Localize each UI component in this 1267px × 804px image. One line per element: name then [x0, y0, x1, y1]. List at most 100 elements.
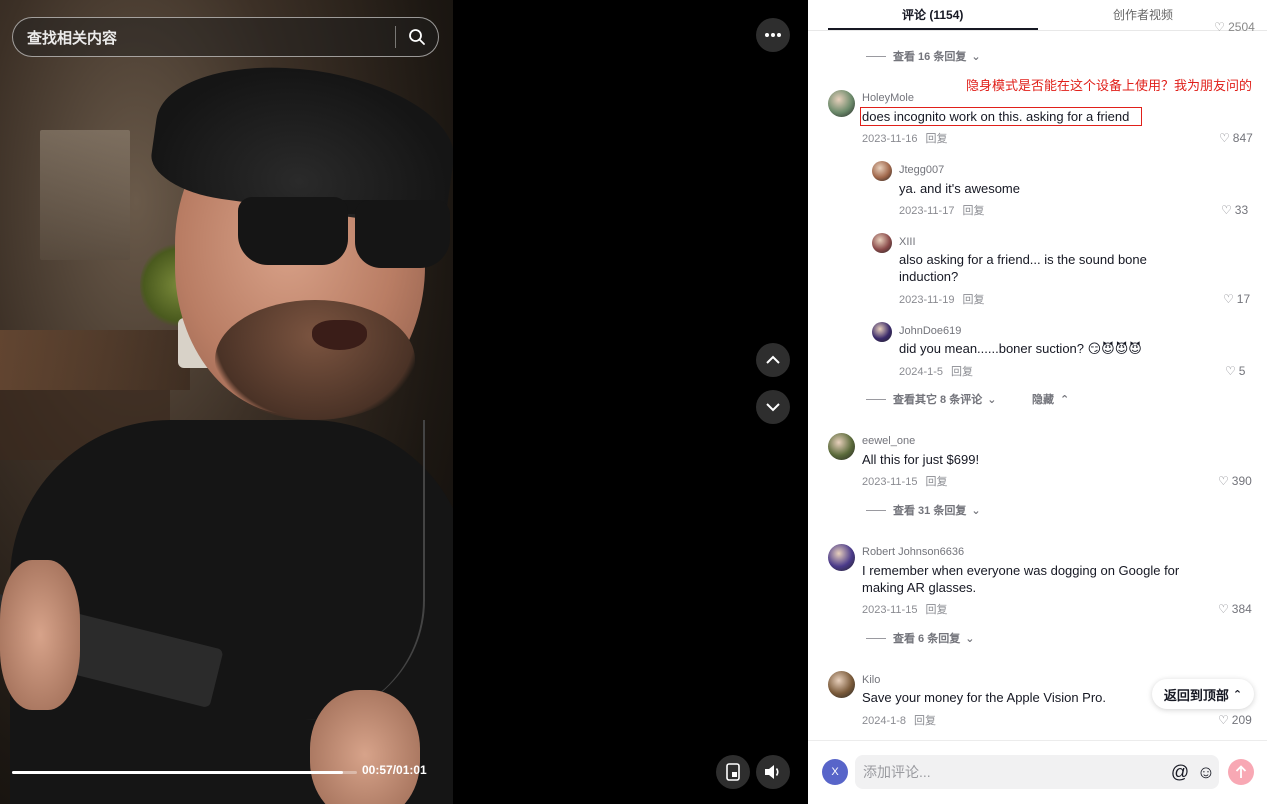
comment-date: 2023-11-16 [862, 133, 918, 145]
comment-input[interactable]: 添加评论... @ ☺ [855, 755, 1219, 789]
like-count: 390 [1231, 474, 1252, 488]
speaker-icon [765, 765, 779, 779]
comment-meta: 2023-11-17 回复 [899, 202, 984, 218]
reply-button[interactable]: 回复 [925, 476, 947, 488]
reply-button[interactable]: 回复 [914, 715, 936, 727]
mention-icon[interactable]: @ [1167, 762, 1193, 783]
avatar[interactable] [828, 90, 855, 117]
view-replies-button[interactable]: 查看 6 条回复 ⌄ [866, 630, 974, 646]
double-chevron-up-icon: ⌃ [1232, 688, 1243, 701]
like-count: 209 [1231, 713, 1252, 727]
search-box[interactable]: 查找相关内容 [12, 17, 439, 57]
comment-username[interactable]: JohnDoe619 [899, 325, 961, 337]
like-button[interactable]: ♡ 17 [1223, 292, 1250, 306]
reply-button[interactable]: 回复 [925, 604, 947, 616]
comment-meta: 2023-11-15 回复 [862, 601, 947, 617]
video-frame-glasses [355, 200, 450, 268]
like-count[interactable]: ♡ 2504 [1214, 20, 1255, 34]
comment-meta: 2024-1-5 回复 [899, 363, 973, 379]
comment-date: 2023-11-15 [862, 604, 918, 616]
like-button[interactable]: ♡ 5 [1225, 364, 1245, 378]
like-button[interactable]: ♡ 390 [1218, 474, 1252, 488]
divider-dash [866, 398, 886, 400]
more-dots-icon [765, 33, 781, 37]
like-count: 384 [1231, 602, 1252, 616]
chevron-down-icon: ⌄ [971, 504, 981, 517]
volume-button[interactable] [756, 755, 790, 789]
my-avatar[interactable]: X [822, 759, 848, 785]
comment-meta: 2024-1-8 回复 [862, 712, 936, 728]
back-to-top-label: 返回到顶部 [1163, 687, 1229, 703]
search-input[interactable]: 查找相关内容 [13, 27, 395, 48]
divider-dash [866, 509, 886, 511]
comment-username[interactable]: Robert Johnson6636 [862, 546, 964, 558]
like-count: 33 [1234, 203, 1249, 217]
avatar[interactable] [828, 433, 855, 460]
search-button[interactable] [396, 18, 438, 56]
send-button[interactable] [1228, 759, 1254, 785]
heart-icon: ♡ [1225, 364, 1236, 378]
chevron-up-icon [766, 355, 780, 364]
reply-button[interactable]: 回复 [951, 366, 973, 378]
tab-comments[interactable]: 评论 (1154) [902, 6, 963, 23]
avatar[interactable] [828, 544, 855, 571]
reply-button[interactable]: 回复 [962, 294, 984, 306]
tab-creator-videos[interactable]: 创作者视频 [1113, 6, 1173, 23]
previous-video-button[interactable] [756, 343, 790, 377]
heart-icon: ♡ [1218, 602, 1229, 616]
comment-composer: X 添加评论... @ ☺ [808, 740, 1267, 804]
like-button[interactable]: ♡ 33 [1221, 203, 1248, 217]
view-replies-label: 查看 6 条回复 [893, 633, 961, 645]
view-replies-button[interactable]: 查看 31 条回复 ⌄ [866, 502, 981, 518]
chevron-up-icon: ⌃ [1060, 393, 1070, 406]
video-player[interactable]: 查找相关内容 00:57/01:01 [0, 0, 453, 804]
avatar[interactable] [828, 671, 855, 698]
back-to-top-button[interactable]: 返回到顶部 ⌃ [1152, 679, 1254, 709]
reply-button[interactable]: 回复 [925, 133, 947, 145]
heart-icon: ♡ [1223, 292, 1234, 306]
more-options-button[interactable] [756, 18, 790, 52]
video-frame-hand [0, 560, 80, 710]
avatar[interactable] [872, 161, 892, 181]
progress-bar[interactable] [12, 771, 357, 774]
reply-button[interactable]: 回复 [962, 205, 984, 217]
mini-player-button[interactable] [716, 755, 750, 789]
view-replies-button[interactable]: 查看 16 条回复 ⌄ [866, 48, 981, 64]
comment-username[interactable]: XIII [899, 236, 916, 248]
like-button[interactable]: ♡ 209 [1218, 713, 1252, 727]
video-frame-mouth [312, 320, 367, 350]
view-more-label: 查看其它 8 条评论 [893, 394, 983, 406]
next-video-button[interactable] [756, 390, 790, 424]
comment-meta: 2023-11-16 回复 [862, 130, 947, 146]
comment-date: 2024-1-5 [899, 366, 944, 378]
video-frame-shelf [0, 330, 190, 390]
hide-replies-button[interactable]: 隐藏 ⌃ [1032, 391, 1069, 407]
comment-meta: 2023-11-19 回复 [899, 291, 984, 307]
comment-date: 2023-11-19 [899, 294, 955, 306]
video-frame-beard [215, 300, 415, 420]
like-button[interactable]: ♡ 847 [1219, 131, 1253, 145]
comment-username[interactable]: HoleyMole [862, 92, 914, 104]
heart-icon: ♡ [1218, 474, 1229, 488]
view-more-replies-button[interactable]: 查看其它 8 条评论 ⌄ [866, 391, 996, 407]
comment-username[interactable]: eewel_one [862, 435, 915, 447]
like-count: 17 [1236, 292, 1251, 306]
avatar[interactable] [872, 322, 892, 342]
comments-panel: 评论 (1154) 创作者视频 ♡ 2504 查看 16 条回复 ⌄ 隐身模式是… [808, 0, 1267, 804]
chevron-down-icon: ⌄ [971, 50, 981, 63]
like-count: 5 [1238, 364, 1246, 378]
heart-icon: ♡ [1219, 131, 1230, 145]
emoji-icon[interactable]: ☺ [1193, 762, 1219, 783]
comment-username[interactable]: Kilo [862, 674, 880, 686]
highlight-box [860, 107, 1142, 126]
like-button[interactable]: ♡ 384 [1218, 602, 1252, 616]
comment-username[interactable]: Jtegg007 [899, 164, 944, 176]
comment-meta: 2023-11-15 回复 [862, 473, 947, 489]
arrow-up-icon [1235, 765, 1247, 778]
chevron-down-icon: ⌄ [965, 632, 975, 645]
avatar[interactable] [872, 233, 892, 253]
timecode: 00:57/01:01 [362, 763, 427, 777]
chevron-down-icon: ⌄ [987, 393, 997, 406]
video-frame-art [40, 130, 130, 260]
divider-dash [866, 637, 886, 639]
